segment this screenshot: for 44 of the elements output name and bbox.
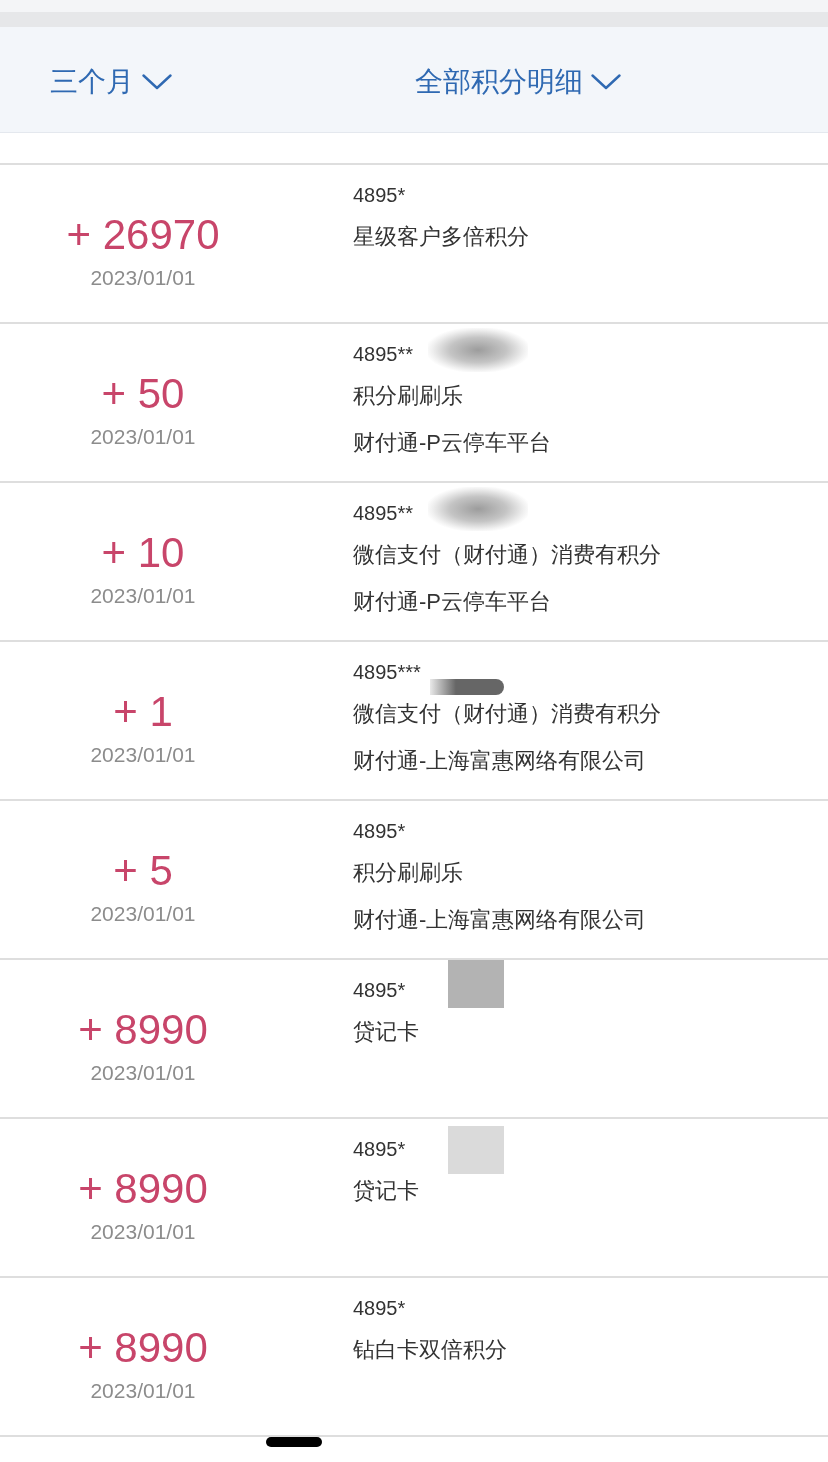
merchant-name: 财付通-P云停车平台 [353, 430, 551, 455]
merchant-name: 财付通-上海富惠网络有限公司 [353, 748, 647, 773]
points-description: 积分刷刷乐 [353, 860, 463, 885]
points-description: 微信支付（财付通）消费有积分 [353, 542, 661, 567]
card-number: 4895* [353, 1297, 406, 1319]
card-number: 4895** [353, 343, 414, 365]
card-number: 4895*** [353, 661, 421, 683]
points-description: 积分刷刷乐 [353, 383, 463, 408]
card-number: 4895* [353, 979, 406, 1001]
record-date: 2023/01/01 [90, 265, 196, 291]
record-date: 2023/01/01 [90, 1219, 196, 1245]
chevron-down-icon [591, 73, 621, 90]
points-amount: + 8990 [78, 1165, 208, 1213]
record-date: 2023/01/01 [90, 1060, 196, 1086]
record-date: 2023/01/01 [90, 424, 196, 450]
record-date: 2023/01/01 [90, 742, 196, 768]
points-description: 钻白卡双倍积分 [353, 1337, 507, 1362]
points-description: 贷记卡 [353, 1019, 419, 1044]
points-amount: + 50 [101, 370, 185, 418]
points-amount: + 5 [113, 847, 173, 895]
points-amount: + 26970 [66, 211, 220, 259]
period-filter[interactable]: 三个月 [50, 62, 172, 101]
record-date: 2023/01/01 [90, 1378, 196, 1404]
home-indicator [266, 1437, 322, 1447]
chevron-down-icon [142, 73, 172, 90]
points-description: 星级客户多倍积分 [353, 224, 529, 249]
merchant-name: 财付通-上海富惠网络有限公司 [353, 907, 647, 932]
card-number: 4895* [353, 820, 406, 842]
redaction-block [448, 1126, 504, 1174]
card-number: 4895* [353, 184, 406, 206]
record-date: 2023/01/01 [90, 583, 196, 609]
points-description: 贷记卡 [353, 1178, 419, 1203]
points-record[interactable]: + 8990 2023/01/01 4895* 贷记卡 [0, 960, 828, 1119]
card-number: 4895** [353, 502, 414, 524]
points-description: 微信支付（财付通）消费有积分 [353, 701, 661, 726]
points-amount: + 10 [101, 529, 185, 577]
card-number: 4895* [353, 1138, 406, 1160]
category-filter[interactable]: 全部积分明细 [415, 62, 621, 101]
points-amount: + 8990 [78, 1324, 208, 1372]
redaction-block [448, 960, 504, 1008]
points-amount: + 1 [113, 688, 173, 736]
merchant-name: 财付通-P云停车平台 [353, 589, 551, 614]
points-amount: + 8990 [78, 1006, 208, 1054]
record-date: 2023/01/01 [90, 901, 196, 927]
